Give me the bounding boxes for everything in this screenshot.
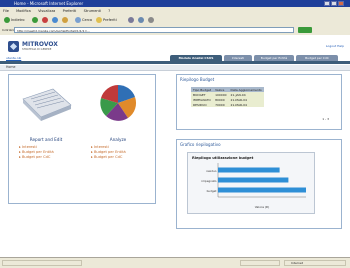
category-label: budget [207,189,218,193]
search-button[interactable]: Cerca [82,17,92,24]
maximize-button[interactable] [331,1,337,6]
minimize-button[interactable] [324,1,330,6]
top-links[interactable]: Logout Help [326,44,344,48]
graph-panel-title: Grafico riepilogativo [180,142,221,147]
search-icon[interactable] [75,17,81,23]
analyze-card-title[interactable]: Analyze [85,137,151,142]
nav-strip [0,61,350,64]
breadcrumb-home[interactable]: Home [6,65,15,70]
forward-icon[interactable] [32,17,38,23]
address-label: Indirizzo [2,28,15,32]
category-label: residuo [206,169,217,173]
table-row: RESIDUO 70000 21-MAR-04 [191,102,264,107]
menu-favorites[interactable]: Preferiti [60,7,80,15]
back-button[interactable]: Indietro [11,17,24,24]
report-link-cdc[interactable]: Budget per CdC [19,155,54,160]
brand-tagline: STRATEGIA DI GENERE [22,48,52,51]
table-pager[interactable]: 1 - 3 [322,117,329,121]
report-card-links: Interesti Budget per Entità Budget per C… [19,145,54,160]
chart-title: Riepilogo utilizzazione budget [192,156,254,160]
bar-impegnato [218,177,289,183]
refresh-icon[interactable] [52,17,58,23]
status-bar: Internet [0,257,350,268]
back-icon[interactable] [4,17,10,23]
status-zone: Internet [284,260,346,266]
menu-view[interactable]: Visualizza [35,7,58,15]
status-progress [240,260,280,266]
chart-container: Riepilogo utilizzazione budget residuo im… [187,152,315,214]
report-card-title[interactable]: Report and Edit [13,137,79,142]
user-link[interactable]: utente.nik [6,56,21,60]
brand-name: MITROVOX [22,41,58,48]
analyze-link-cdc[interactable]: Budget per CdC [91,155,126,160]
menu-tools[interactable]: Strumenti [81,7,104,15]
bar-budget [218,187,306,193]
table-cell: 21-MAR-04 [228,102,264,107]
menu-file[interactable]: File [0,7,12,15]
menu-help[interactable]: ? [105,7,113,15]
bar-residuo [218,167,280,173]
budget-table: Tipo Budget Valore Data Aggiornamento BU… [191,87,264,107]
stop-icon[interactable] [42,17,48,23]
budget-summary-panel: Riepilogo Budget Tipo Budget Valore Data… [176,74,342,130]
logo-icon [8,41,19,52]
mail-icon[interactable] [138,17,144,23]
table-cell: RESIDUO [191,102,214,107]
budget-bar-chart: Riepilogo utilizzazione budget residuo im… [192,156,306,209]
budget-summary-title: Riepilogo Budget [180,77,215,82]
menu-edit[interactable]: Modifica [13,7,34,15]
window-title: Home - Microsoft Internet Explorer [14,1,84,6]
pie-chart-image [100,84,137,121]
graph-panel: Grafico riepilogativo Riepilogo utilizza… [176,139,342,229]
favorites-button[interactable]: Preferiti [103,17,117,24]
web-page: MITROVOX STRATEGIA DI GENERE Logout Help… [0,35,350,257]
table-cell: IMPEGNATO [191,97,214,102]
column-header[interactable]: Tipo Budget [191,87,214,92]
report-image [22,88,72,121]
history-icon[interactable] [128,17,134,23]
close-button[interactable] [338,1,344,6]
category-label: impegnato [201,179,216,183]
left-panel: Report and Edit Interesti Budget per Ent… [8,74,156,204]
breadcrumb: Home [0,65,350,71]
address-input[interactable]: http://mewild.manila.com/portal/PortalI/… [14,27,294,33]
window-title-bar: Home - Microsoft Internet Explorer [0,0,350,7]
home-icon[interactable] [62,17,68,23]
favorites-icon[interactable] [96,17,102,23]
status-text [2,260,82,266]
analyze-card-links: Interesti Budget per Entità Budget per C… [91,145,126,160]
column-header[interactable]: Data Aggiornamento [228,87,264,92]
go-button[interactable] [298,27,312,33]
table-cell: 70000 [213,102,229,107]
print-icon[interactable] [148,17,154,23]
x-axis-label: Valore (€) [255,205,270,209]
table-cell: 100000 [213,92,229,97]
